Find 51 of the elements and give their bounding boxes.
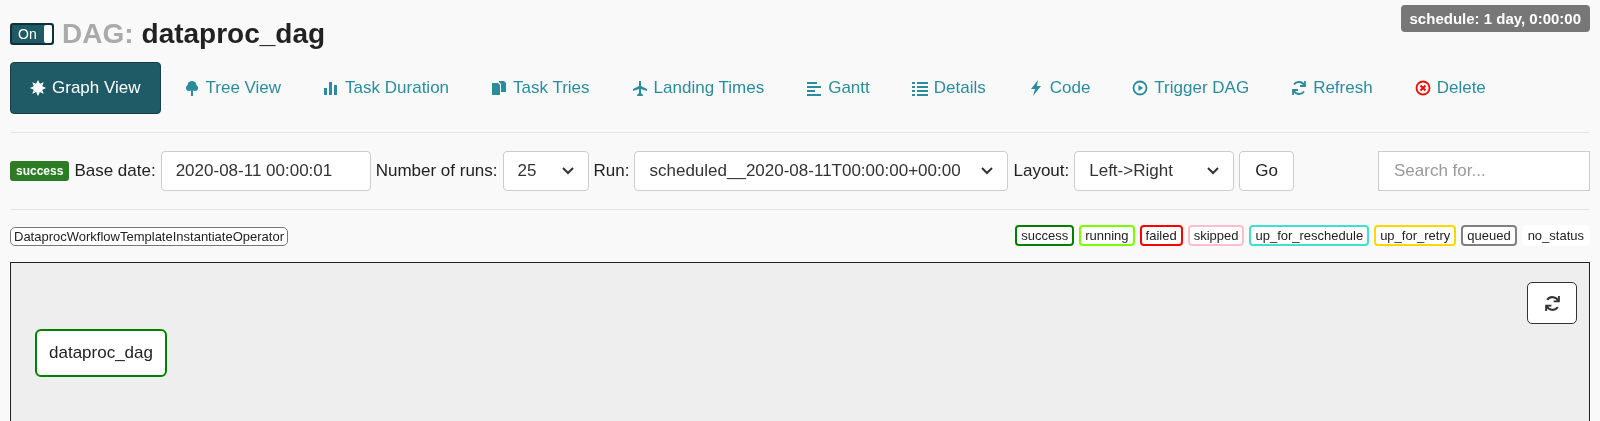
nav-tab[interactable]: Delete bbox=[1395, 63, 1505, 113]
run-dropdown[interactable]: scheduled__2020-08-11T00:00:00+00:00 bbox=[634, 151, 1009, 191]
chevron-down-icon bbox=[561, 167, 574, 175]
nav-tab[interactable]: Code bbox=[1008, 63, 1110, 113]
state-legend-tag[interactable]: running bbox=[1079, 225, 1135, 246]
state-badge: success bbox=[10, 161, 70, 181]
gantt-icon bbox=[806, 80, 823, 96]
play-icon bbox=[1132, 80, 1149, 96]
nav-tab[interactable]: Landing Times bbox=[612, 63, 784, 113]
state-legend-tag[interactable]: up_for_reschedule bbox=[1249, 225, 1370, 246]
on-off-toggle[interactable]: On bbox=[10, 23, 54, 45]
operator-tag: DataprocWorkflowTemplateInstantiateOperator bbox=[10, 226, 288, 246]
go-button[interactable]: Go bbox=[1239, 151, 1294, 191]
nav-tab[interactable]: Trigger DAG bbox=[1113, 63, 1269, 113]
nav-tab[interactable]: Gantt bbox=[787, 63, 889, 113]
gear-icon bbox=[30, 80, 46, 96]
nav-tab[interactable]: Details bbox=[892, 63, 1005, 113]
dag-label: DAG: bbox=[62, 18, 134, 50]
state-legend-tag[interactable]: no_status bbox=[1521, 225, 1590, 246]
list-icon bbox=[911, 80, 928, 96]
field-label: Base date: bbox=[74, 161, 156, 181]
bar-chart-icon bbox=[323, 80, 340, 96]
state-legend-tag[interactable]: up_for_retry bbox=[1374, 225, 1457, 246]
date-field[interactable]: 2020-08-11 00:00:01 bbox=[160, 151, 371, 191]
nav-tab[interactable]: Task Duration bbox=[304, 63, 469, 113]
nav-tab[interactable]: Refresh bbox=[1272, 63, 1392, 113]
state-legend-tag[interactable]: queued bbox=[1461, 225, 1517, 246]
dag-title: dataproc_dag bbox=[141, 18, 326, 50]
state-legend-tag[interactable]: failed bbox=[1139, 225, 1183, 246]
field-label: Run: bbox=[593, 161, 630, 181]
state-legend-tag[interactable]: success bbox=[1015, 225, 1075, 246]
nav-tab[interactable]: Tree View bbox=[164, 63, 301, 113]
refresh-icon bbox=[1291, 80, 1308, 96]
nav-tab[interactable]: Graph View bbox=[10, 62, 161, 114]
chevron-down-icon bbox=[981, 167, 994, 175]
files-icon bbox=[491, 80, 508, 96]
schedule-badge: schedule: 1 day, 0:00:00 bbox=[1400, 5, 1590, 32]
nav-tab[interactable]: Task Tries bbox=[472, 63, 609, 113]
refresh-button[interactable] bbox=[1527, 282, 1577, 324]
tree-icon bbox=[183, 80, 200, 96]
chevron-down-icon bbox=[1207, 167, 1220, 175]
plane-icon bbox=[631, 80, 648, 96]
layout-dropdown[interactable]: Left->Right bbox=[1074, 151, 1235, 191]
delete-icon bbox=[1414, 80, 1431, 96]
runs-dropdown[interactable]: 25 bbox=[502, 151, 589, 191]
refresh-icon bbox=[1543, 294, 1561, 312]
field-label: Number of runs: bbox=[375, 161, 498, 181]
task-node[interactable]: dataproc_dag bbox=[35, 329, 167, 377]
search-field[interactable]: Search for... bbox=[1378, 151, 1590, 191]
field-label: Layout: bbox=[1013, 161, 1070, 181]
state-legend-tag[interactable]: skipped bbox=[1187, 225, 1245, 246]
